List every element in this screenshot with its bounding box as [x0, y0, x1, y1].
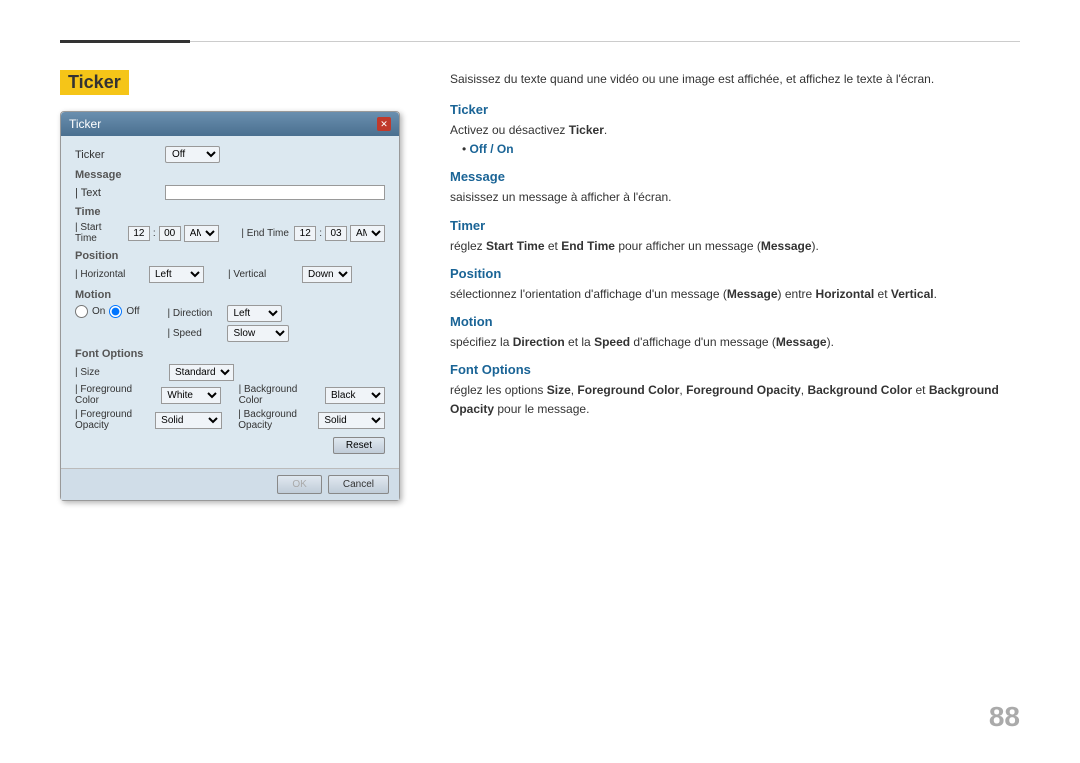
top-decorative-lines	[60, 40, 1020, 43]
position-row: | Horizontal LeftRightCenter | Vertical …	[75, 266, 385, 283]
vertical-label: | Vertical	[228, 269, 298, 280]
page-number: 88	[989, 701, 1020, 733]
message-row: | Text	[75, 185, 385, 200]
bg-opacity-label: | Background Opacity	[238, 409, 314, 431]
timer-desc: réglez Start Time et End Time pour affic…	[450, 237, 1020, 256]
size-label: | Size	[75, 367, 165, 378]
message-section: Message | Text	[75, 169, 385, 200]
time-section-label: Time	[75, 206, 385, 218]
motion-right-panel: | Direction LeftRight | Speed SlowMedium…	[168, 305, 289, 342]
reset-button[interactable]: Reset	[333, 437, 385, 454]
start-time-row: | Start Time 12 : 00 AMPM | End Time 12 …	[75, 222, 385, 244]
size-select[interactable]: StandardLargeSmall	[169, 364, 234, 381]
ticker-desc: Activez ou désactivez Ticker. • Off / On	[450, 121, 1020, 159]
ticker-select[interactable]: Off On	[165, 146, 220, 163]
ticker-bullet: • Off / On	[462, 140, 1020, 159]
font-options-heading: Font Options	[450, 362, 1020, 377]
direction-row: | Direction LeftRight	[168, 305, 289, 322]
fg-color-select[interactable]: WhiteBlack	[161, 387, 221, 404]
motion-content: On Off | Direction LeftRight | Speed	[75, 305, 385, 342]
right-timer-section: Timer réglez Start Time et End Time pour…	[450, 218, 1020, 256]
end-hour-input[interactable]: 12	[294, 226, 316, 241]
start-time-label: | Start Time	[75, 222, 125, 244]
left-panel: Ticker Ticker ✕ Ticker Off On Message | …	[60, 70, 440, 501]
fg-opacity-row: | Foreground Opacity SolidTransparent | …	[75, 409, 385, 431]
ticker-dialog: Ticker ✕ Ticker Off On Message | Text	[60, 111, 400, 501]
size-row: | Size StandardLargeSmall	[75, 364, 385, 381]
end-time-label: | End Time	[241, 228, 291, 239]
reset-row: Reset	[75, 437, 385, 454]
fg-opacity-label: | Foreground Opacity	[75, 409, 151, 431]
position-heading: Position	[450, 266, 1020, 281]
motion-on-radio[interactable]	[75, 305, 88, 318]
start-ampm-select[interactable]: AMPM	[184, 225, 219, 242]
dialog-footer: OK Cancel	[61, 468, 399, 500]
motion-radio-group: On Off	[75, 305, 140, 318]
speed-select[interactable]: SlowMediumFast	[227, 325, 289, 342]
speed-row: | Speed SlowMediumFast	[168, 325, 289, 342]
time-section: Time | Start Time 12 : 00 AMPM | End Tim…	[75, 206, 385, 244]
timer-heading: Timer	[450, 218, 1020, 233]
bg-opacity-select[interactable]: SolidTransparent	[318, 412, 385, 429]
position-desc: sélectionnez l'orientation d'affichage d…	[450, 285, 1020, 304]
start-min-input[interactable]: 00	[159, 226, 181, 241]
message-desc: saisissez un message à afficher à l'écra…	[450, 188, 1020, 207]
direction-label: | Direction	[168, 308, 223, 319]
direction-select[interactable]: LeftRight	[227, 305, 282, 322]
dialog-close-button[interactable]: ✕	[377, 117, 391, 131]
time-separator-1: :	[153, 228, 156, 239]
right-ticker-section: Ticker Activez ou désactivez Ticker. • O…	[450, 102, 1020, 159]
bg-color-select[interactable]: BlackWhite	[325, 387, 385, 404]
message-heading: Message	[450, 169, 1020, 184]
intro-text: Saisissez du texte quand une vidéo ou un…	[450, 70, 1020, 88]
top-line-long	[190, 41, 1020, 42]
position-section: Position | Horizontal LeftRightCenter | …	[75, 250, 385, 283]
time-separator-2: :	[319, 228, 322, 239]
fg-color-label: | Foreground Color	[75, 384, 157, 406]
position-section-label: Position	[75, 250, 385, 262]
motion-desc: spécifiez la Direction et la Speed d'aff…	[450, 333, 1020, 352]
motion-section: Motion On Off | Direction LeftRight	[75, 289, 385, 342]
message-input[interactable]	[165, 185, 385, 200]
speed-label: | Speed	[168, 328, 223, 339]
dialog-titlebar: Ticker ✕	[61, 112, 399, 136]
font-options-section: Font Options | Size StandardLargeSmall |…	[75, 348, 385, 454]
page-title: Ticker	[60, 70, 129, 95]
right-message-section: Message saisissez un message à afficher …	[450, 169, 1020, 207]
right-panel: Saisissez du texte quand une vidéo ou un…	[450, 70, 1020, 430]
top-line-short	[60, 40, 190, 43]
motion-off-label: Off	[126, 306, 139, 317]
motion-off-radio[interactable]	[109, 305, 122, 318]
motion-section-label: Motion	[75, 289, 385, 301]
motion-heading: Motion	[450, 314, 1020, 329]
end-min-input[interactable]: 03	[325, 226, 347, 241]
right-position-section: Position sélectionnez l'orientation d'af…	[450, 266, 1020, 304]
message-section-label: Message	[75, 169, 385, 181]
bg-color-label: | Background Color	[239, 384, 321, 406]
dialog-title: Ticker	[69, 117, 101, 131]
horizontal-select[interactable]: LeftRightCenter	[149, 266, 204, 283]
right-motion-section: Motion spécifiez la Direction et la Spee…	[450, 314, 1020, 352]
ticker-heading: Ticker	[450, 102, 1020, 117]
start-hour-input[interactable]: 12	[128, 226, 150, 241]
cancel-button[interactable]: Cancel	[328, 475, 389, 494]
right-font-options-section: Font Options réglez les options Size, Fo…	[450, 362, 1020, 419]
horizontal-label: | Horizontal	[75, 269, 145, 280]
font-options-desc: réglez les options Size, Foreground Colo…	[450, 381, 1020, 419]
fg-color-row: | Foreground Color WhiteBlack | Backgrou…	[75, 384, 385, 406]
ticker-field-label: Ticker	[75, 149, 165, 161]
ok-button[interactable]: OK	[277, 475, 321, 494]
dialog-body: Ticker Off On Message | Text Time | Star…	[61, 136, 399, 468]
motion-on-label: On	[92, 306, 105, 317]
font-options-label: Font Options	[75, 348, 385, 360]
end-ampm-select[interactable]: AMPM	[350, 225, 385, 242]
vertical-select[interactable]: DownUp	[302, 266, 352, 283]
ticker-row: Ticker Off On	[75, 146, 385, 163]
message-text-label: | Text	[75, 187, 165, 199]
fg-opacity-select[interactable]: SolidTransparent	[155, 412, 222, 429]
